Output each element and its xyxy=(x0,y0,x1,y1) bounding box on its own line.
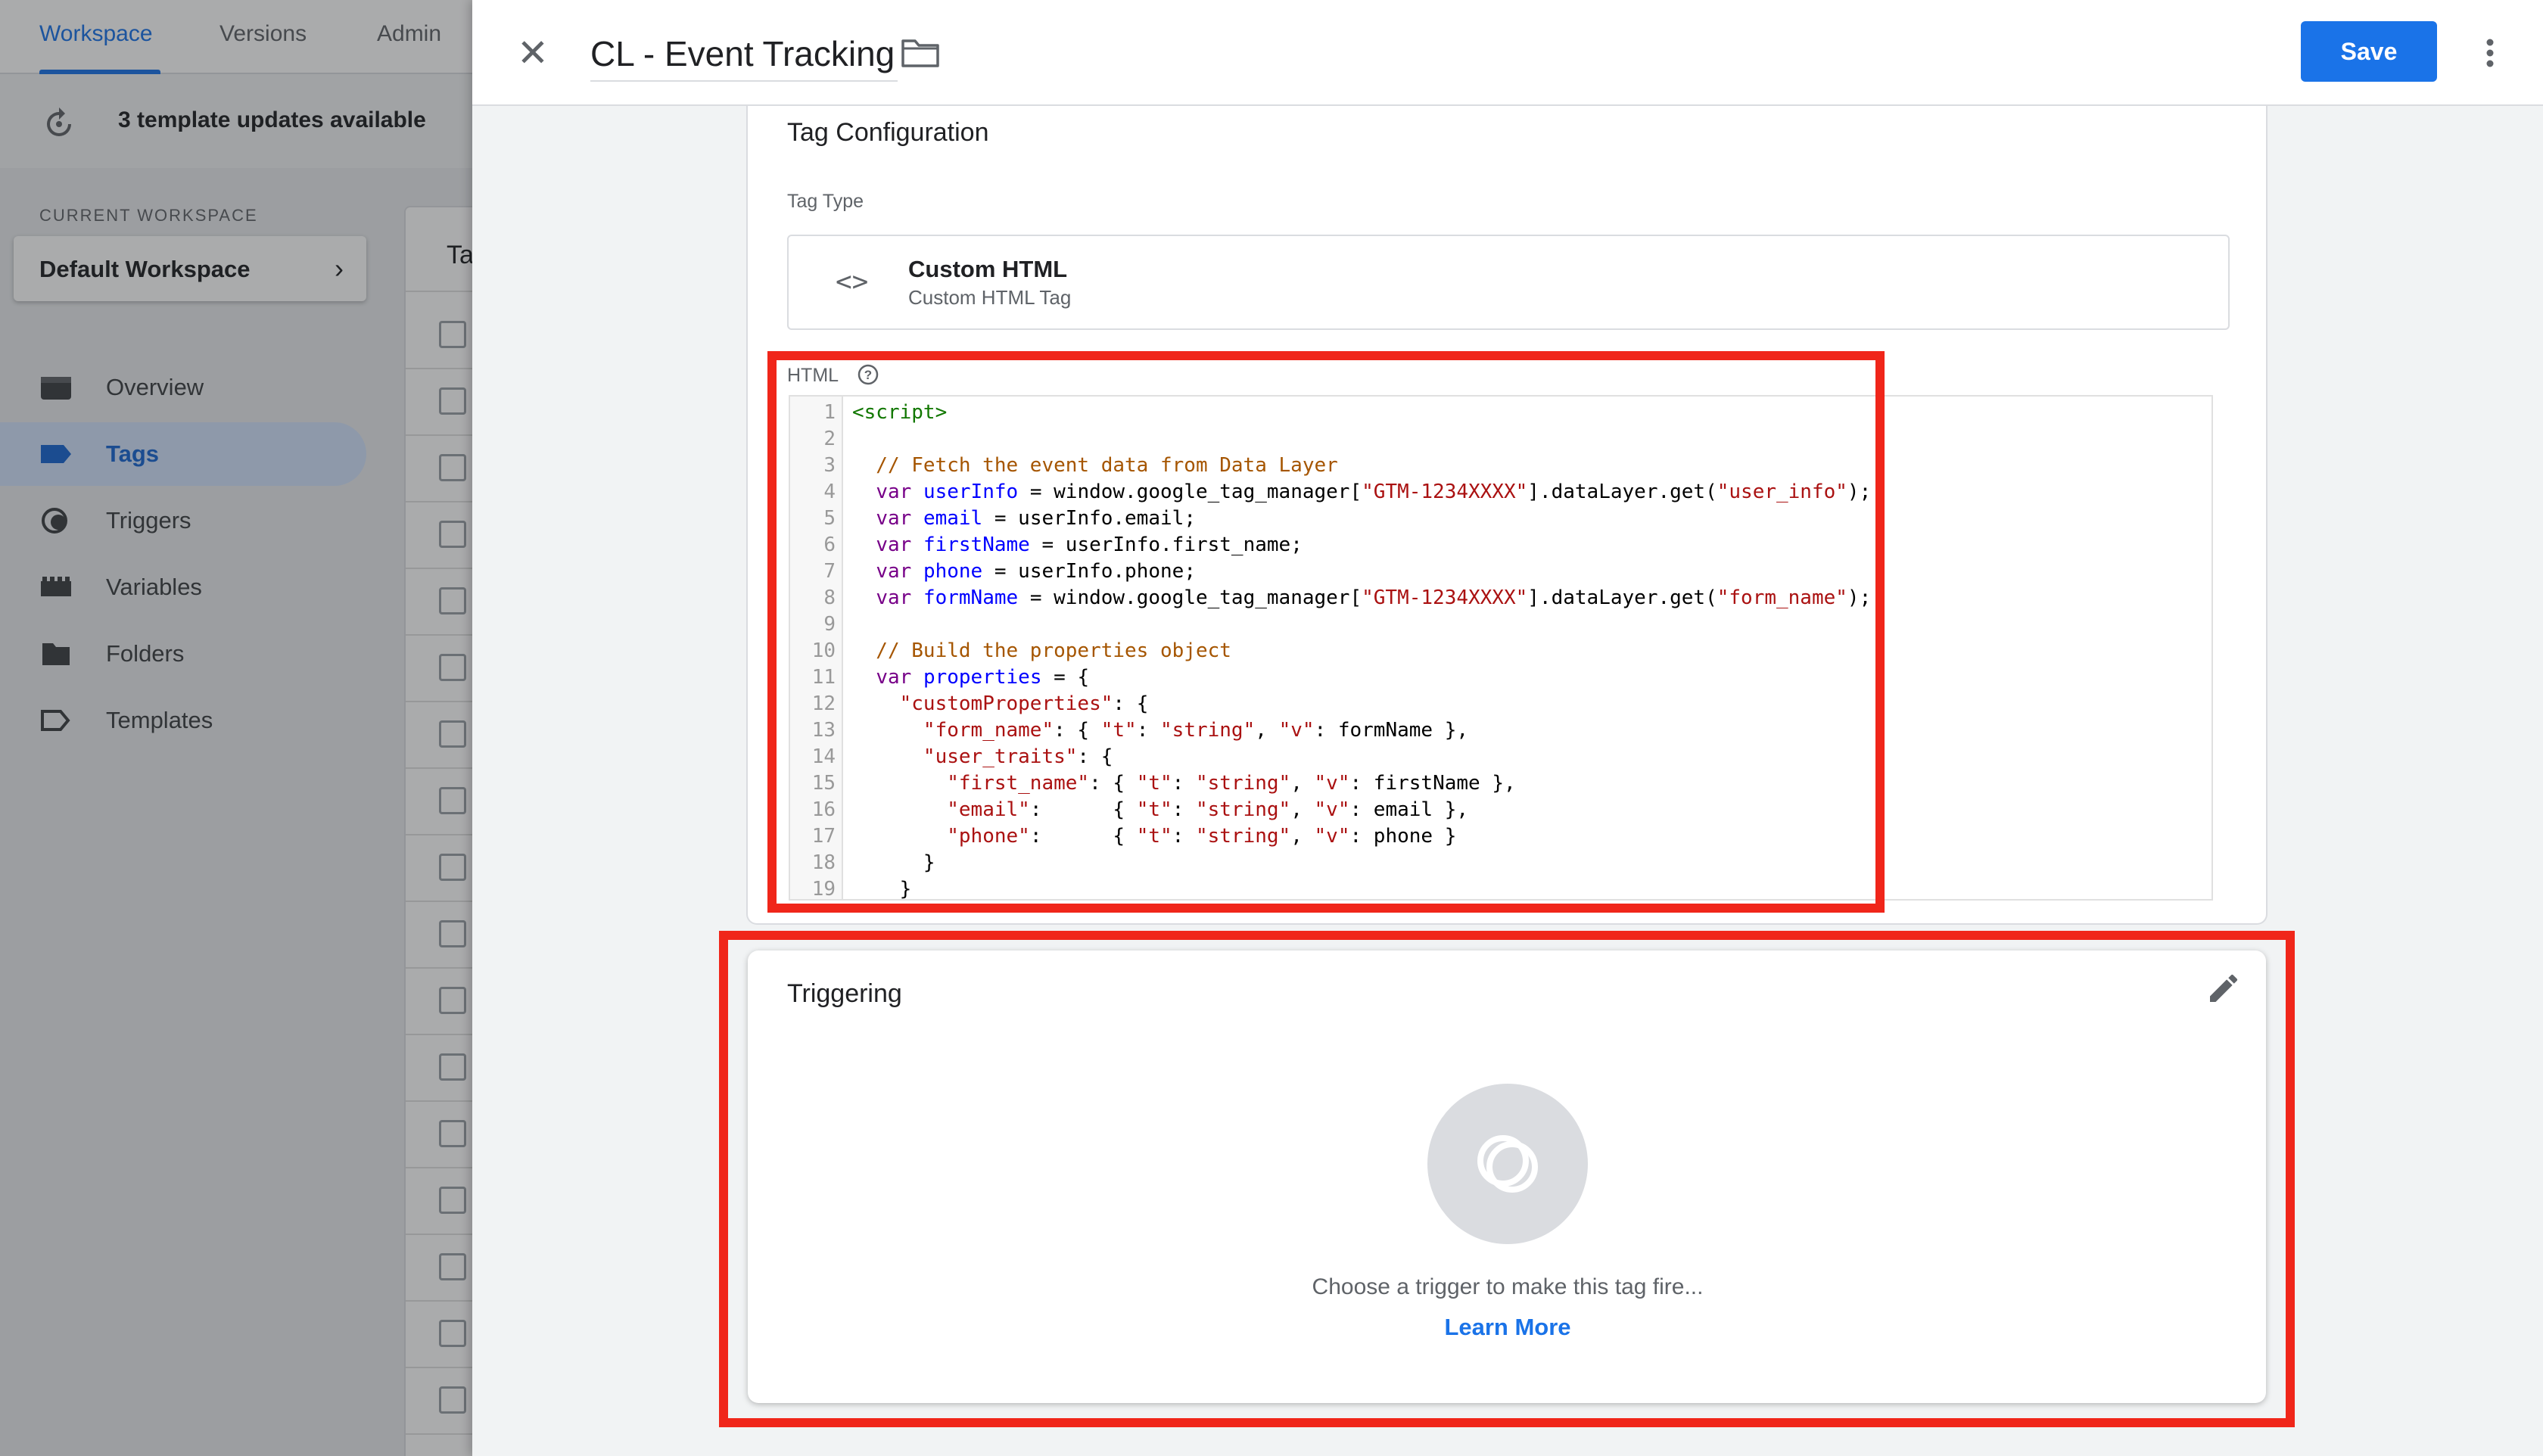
title-underline xyxy=(590,80,898,82)
tag-type-name: Custom HTML xyxy=(908,256,1068,282)
tag-type-selector[interactable]: <> Custom HTML Custom HTML Tag xyxy=(787,235,2230,330)
save-button[interactable]: Save xyxy=(2301,21,2437,82)
html-highlight-annotation xyxy=(767,351,1885,913)
close-button[interactable]: ✕ xyxy=(510,30,556,76)
tag-configuration-title: Tag Configuration xyxy=(787,118,989,147)
triggering-highlight-annotation xyxy=(719,931,2295,1427)
editor-header: ✕ CL - Event Tracking Save xyxy=(472,0,2543,106)
folder-icon[interactable] xyxy=(901,38,940,68)
tag-type-label: Tag Type xyxy=(787,191,864,212)
tag-name-title[interactable]: CL - Event Tracking xyxy=(590,33,895,74)
code-brackets-icon: <> xyxy=(836,266,869,297)
modal-scrim[interactable] xyxy=(0,0,472,1456)
tag-type-description: Custom HTML Tag xyxy=(908,286,1072,309)
tag-editor-panel: ✕ CL - Event Tracking Save Tag Configura… xyxy=(472,0,2543,1456)
more-vert-icon[interactable] xyxy=(2475,30,2505,76)
